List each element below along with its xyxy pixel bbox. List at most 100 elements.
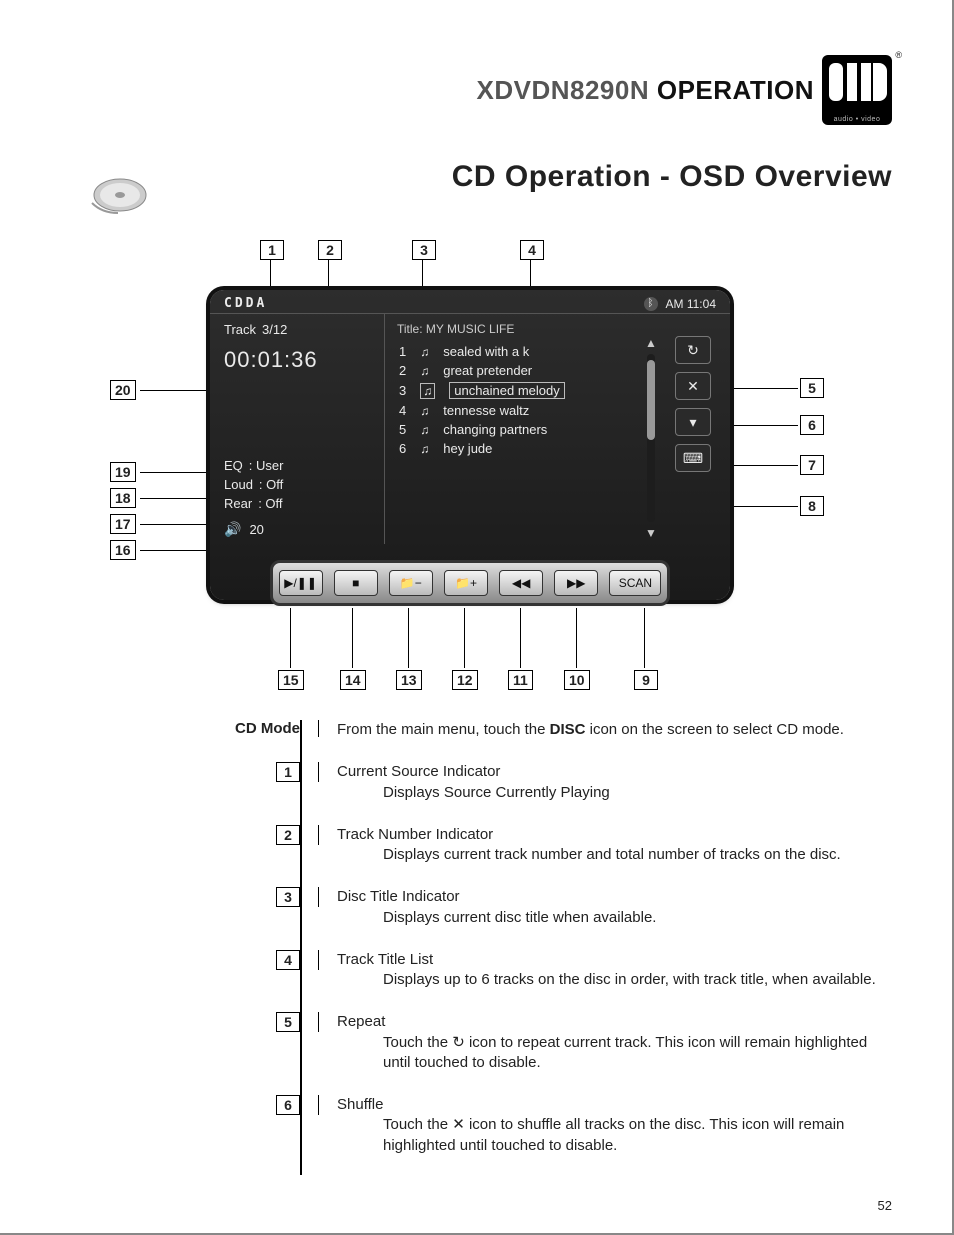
desc-title: Track Number Indicator [337, 826, 493, 843]
track-row[interactable]: 5♫changing partners [395, 420, 640, 439]
note-icon: ♫ [420, 364, 429, 378]
arrow-up-icon[interactable]: ▲ [645, 336, 657, 350]
callout-20: 20 [110, 380, 136, 400]
desc-title: Repeat [337, 1013, 385, 1030]
desc-row: 5 Repeat Touch the ↻ icon to repeat curr… [210, 1012, 892, 1073]
desc-sub: Displays Source Currently Playing [337, 783, 610, 803]
note-icon: ♫ [420, 404, 429, 418]
callout-9: 9 [634, 670, 658, 690]
mode-text-b: icon on the screen to select CD mode. [585, 721, 843, 738]
trademark-icon: ® [895, 50, 902, 60]
repeat-icon: ↻ [687, 342, 699, 359]
page-number: 52 [878, 1198, 892, 1213]
cd-mode-label: CD Mode [210, 720, 319, 737]
callout-5: 5 [800, 378, 824, 398]
callout-3: 3 [412, 240, 436, 260]
desc-sub: Displays up to 6 tracks on the disc in o… [337, 970, 876, 990]
desc-row: 4 Track Title List Displays up to 6 trac… [210, 950, 892, 991]
page-down-button[interactable]: ▾ [675, 408, 711, 436]
desc-title: Track Title List [337, 951, 433, 968]
callout-16: 16 [110, 540, 136, 560]
shuffle-icon: ✕ [687, 378, 699, 395]
eq-value: : User [249, 458, 284, 473]
speaker-icon: 🔊 [224, 521, 241, 538]
track-row-selected[interactable]: 3♫unchained melody [395, 380, 640, 401]
disc-title-label: Title: [397, 322, 423, 336]
desc-sub: Touch the ✕ icon to shuffle all tracks o… [337, 1115, 892, 1156]
note-icon: ♫ [420, 423, 429, 437]
note-icon: ♫ [420, 383, 435, 399]
track-number: 3/12 [262, 322, 287, 337]
desc-row: 2 Track Number Indicator Displays curren… [210, 825, 892, 866]
section-word: OPERATION [657, 75, 814, 105]
callout-7: 7 [800, 455, 824, 475]
model-number: XDVDN8290N [476, 75, 649, 105]
stop-button[interactable]: ■ [334, 570, 378, 596]
callout-17: 17 [110, 514, 136, 534]
callout-6: 6 [800, 415, 824, 435]
desc-sub: Displays current track number and total … [337, 845, 841, 865]
cd-icon [90, 175, 150, 215]
mode-text-a: From the main menu, touch the [337, 721, 550, 738]
description-table: CD Mode From the main menu, touch the DI… [210, 720, 892, 1178]
brand-tagline: audio • video [822, 116, 892, 123]
clock: AM 11:04 [666, 297, 716, 311]
forward-button[interactable]: ▶▶ [554, 570, 598, 596]
osd-screen: CDDA ᛒ AM 11:04 Track 3/12 00:01:36 EQ : … [210, 290, 730, 600]
desc-row: 3 Disc Title Indicator Displays current … [210, 887, 892, 928]
screen-topbar: CDDA ᛒ AM 11:04 [210, 290, 730, 314]
track-row[interactable]: 1♫sealed with a k [395, 342, 640, 361]
desc-num: 3 [276, 887, 300, 907]
callout-15: 15 [278, 670, 304, 690]
play-pause-button[interactable]: ▶/❚❚ [279, 570, 323, 596]
callout-4: 4 [520, 240, 544, 260]
callout-18: 18 [110, 488, 136, 508]
repeat-button[interactable]: ↻ [675, 336, 711, 364]
loud-label: Loud [224, 477, 253, 492]
folder-plus-button[interactable]: 📁+ [444, 570, 488, 596]
rear-value: : Off [258, 496, 282, 511]
desc-num: 4 [276, 950, 300, 970]
track-label: Track [224, 322, 256, 337]
arrow-down-icon[interactable]: ▼ [645, 526, 657, 540]
desc-row-mode: CD Mode From the main menu, touch the DI… [210, 720, 892, 740]
scan-button[interactable]: SCAN [609, 570, 661, 596]
bluetooth-icon: ᛒ [644, 297, 658, 311]
desc-row: 6 Shuffle Touch the ✕ icon to shuffle al… [210, 1095, 892, 1156]
desc-num: 5 [276, 1012, 300, 1032]
rear-label: Rear [224, 496, 252, 511]
chevron-down-icon: ▾ [689, 414, 696, 431]
keypad-button[interactable]: ⌨ [675, 444, 711, 472]
osd-diagram: 1 2 3 4 20 19 18 17 16 5 6 7 8 15 14 13 … [100, 240, 840, 695]
desc-title: Shuffle [337, 1096, 383, 1113]
callout-13: 13 [396, 670, 422, 690]
track-row[interactable]: 6♫hey jude [395, 439, 640, 458]
note-icon: ♫ [420, 442, 429, 456]
track-row[interactable]: 4♫tennesse waltz [395, 401, 640, 420]
header-title: XDVDN8290N OPERATION [476, 75, 814, 106]
desc-sub: Displays current disc title when availab… [337, 908, 656, 928]
manual-page: XDVDN8290N OPERATION audio • video ® CD … [0, 0, 954, 1235]
screen-bottom-bar: ▶/❚❚ ■ 📁− 📁+ ◀◀ ▶▶ SCAN [270, 560, 670, 606]
track-row[interactable]: 2♫great pretender [395, 361, 640, 380]
source-indicator: CDDA [224, 296, 267, 311]
desc-title: Disc Title Indicator [337, 888, 460, 905]
screen-left-panel: Track 3/12 00:01:36 EQ : User Loud : Off R… [210, 314, 385, 544]
brand-logo: audio • video [822, 55, 892, 125]
scrollbar[interactable]: ▲ ▼ [640, 318, 662, 540]
rewind-button[interactable]: ◀◀ [499, 570, 543, 596]
desc-sub: Touch the ↻ icon to repeat current track… [337, 1033, 892, 1074]
callout-1: 1 [260, 240, 284, 260]
keypad-icon: ⌨ [683, 450, 703, 467]
callout-2: 2 [318, 240, 342, 260]
volume-value: 20 [249, 522, 263, 537]
elapsed-time: 00:01:36 [224, 347, 374, 373]
eq-label: EQ [224, 458, 243, 473]
desc-num: 2 [276, 825, 300, 845]
mode-text-bold: DISC [550, 721, 586, 738]
callout-12: 12 [452, 670, 478, 690]
page-header: XDVDN8290N OPERATION audio • video [476, 55, 892, 125]
shuffle-button[interactable]: ✕ [675, 372, 711, 400]
folder-minus-button[interactable]: 📁− [389, 570, 433, 596]
desc-num: 6 [276, 1095, 300, 1115]
